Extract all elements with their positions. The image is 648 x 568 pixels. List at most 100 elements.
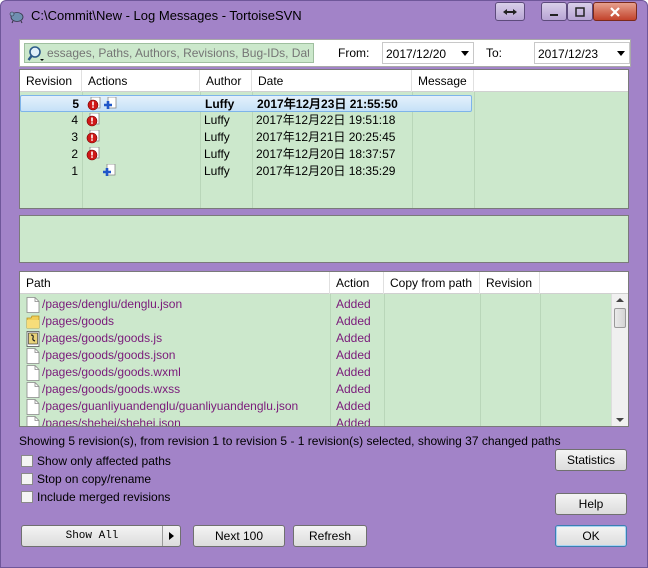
column-header-author[interactable]: Author	[200, 70, 252, 92]
warning-icon	[86, 112, 100, 127]
checkbox-label: Include merged revisions	[37, 490, 171, 504]
stop-on-copy-rename-checkbox[interactable]: Stop on copy/rename	[21, 471, 151, 487]
column-header-path-revision[interactable]: Revision	[480, 272, 540, 294]
file-icon	[26, 399, 40, 415]
refresh-button[interactable]: Refresh	[293, 525, 367, 547]
log-messages-window: C:\Commit\New - Log Messages - TortoiseS…	[0, 0, 648, 568]
column-header-path[interactable]: Path	[20, 272, 330, 294]
file-icon	[26, 382, 40, 398]
minimize-button[interactable]	[541, 2, 567, 21]
revision-number: 4	[71, 113, 78, 127]
search-icon[interactable]	[27, 45, 45, 63]
changed-paths-list[interactable]: Path Action Copy from path Revision /pag…	[19, 271, 629, 427]
window-title: C:\Commit\New - Log Messages - TortoiseS…	[31, 8, 302, 23]
show-all-label: Show All	[65, 530, 119, 542]
path-action: Added	[336, 399, 371, 413]
changed-path: /pages/guanliyuandenglu/guanliyuandenglu…	[42, 399, 299, 413]
column-header-date[interactable]: Date	[252, 70, 412, 92]
warning-icon	[86, 146, 100, 161]
resize-arrows-icon	[503, 8, 517, 15]
maximize-button[interactable]	[567, 2, 593, 21]
path-action: Added	[336, 297, 371, 311]
close-icon	[610, 6, 620, 17]
changed-path-row[interactable]: /pages/goods/goods.json Added	[20, 347, 608, 364]
revision-number: 2	[71, 147, 78, 161]
scroll-up-icon[interactable]	[616, 298, 624, 302]
next-100-button[interactable]: Next 100	[193, 525, 285, 547]
search-input[interactable]	[47, 45, 309, 61]
changed-path: /pages/goods/goods.json	[42, 348, 176, 362]
revision-row[interactable]: 1 Luffy 2017年12月20日 18:35:29	[20, 163, 472, 180]
warning-icon	[86, 129, 100, 144]
revision-date: 2017年12月21日 20:25:45	[256, 130, 396, 144]
search-field[interactable]	[24, 43, 314, 63]
checkbox-box[interactable]	[21, 455, 33, 467]
from-date-picker[interactable]: 2017/12/20	[382, 42, 474, 64]
include-merged-revisions-checkbox[interactable]: Include merged revisions	[21, 489, 170, 505]
status-summary: Showing 5 revision(s), from revision 1 t…	[19, 434, 561, 448]
title-bar[interactable]: C:\Commit\New - Log Messages - TortoiseS…	[1, 1, 647, 31]
revision-number: 5	[72, 97, 79, 111]
log-message-pane[interactable]	[19, 215, 629, 263]
maximize-icon	[575, 6, 585, 17]
statistics-button[interactable]: Statistics	[555, 449, 627, 471]
column-header-message[interactable]: Message	[412, 70, 474, 92]
column-header-revision[interactable]: Revision	[20, 70, 82, 92]
revision-author: Luffy	[204, 113, 230, 127]
column-header-action[interactable]: Action	[330, 272, 384, 294]
dropdown-arrow[interactable]	[162, 526, 180, 546]
path-action: Added	[336, 365, 371, 379]
checkbox-box[interactable]	[21, 491, 33, 503]
revision-list[interactable]: Revision Actions Author Date Message 5 Lu…	[19, 69, 629, 209]
changed-path: /pages/goods/goods.js	[42, 331, 163, 345]
help-button[interactable]: Help	[555, 493, 627, 515]
path-action: Added	[336, 314, 371, 328]
show-all-split-button[interactable]: Show All	[21, 525, 181, 547]
changed-path: /pages/shehei/shehei.json	[42, 416, 181, 426]
revision-author: Luffy	[205, 97, 235, 111]
from-date-value: 2017/12/20	[386, 47, 447, 61]
ok-button[interactable]: OK	[555, 525, 627, 547]
show-only-affected-paths-checkbox[interactable]: Show only affected paths	[21, 453, 171, 469]
revision-date: 2017年12月22日 19:51:18	[256, 113, 396, 127]
paths-scrollbar[interactable]	[611, 294, 628, 426]
revision-row[interactable]: 2 Luffy 2017年12月20日 18:37:57	[20, 146, 472, 163]
changed-path-row[interactable]: /pages/goods/goods.wxss Added	[20, 381, 608, 398]
changed-path-row[interactable]: /pages/guanliyuandenglu/guanliyuandenglu…	[20, 398, 608, 415]
revision-row[interactable]: 3 Luffy 2017年12月21日 20:25:45	[20, 129, 472, 146]
revision-row[interactable]: 5 Luffy 2017年12月23日 21:55:50	[20, 95, 472, 112]
changed-path: /pages/goods/goods.wxss	[42, 382, 181, 396]
column-header-copy-from-path[interactable]: Copy from path	[384, 272, 480, 294]
revision-date: 2017年12月23日 21:55:50	[257, 97, 398, 111]
changed-path-row[interactable]: /pages/shehei/shehei.json Added	[20, 415, 608, 426]
revision-author: Luffy	[204, 147, 230, 161]
checkbox-box[interactable]	[21, 473, 33, 485]
to-date-picker[interactable]: 2017/12/23	[534, 42, 630, 64]
revision-number: 1	[71, 164, 78, 178]
changed-path-row[interactable]: /pages/goods/goods.wxml Added	[20, 364, 608, 381]
file-icon	[26, 365, 40, 381]
column-header-actions[interactable]: Actions	[82, 70, 200, 92]
changed-path-row[interactable]: /pages/goods/goods.js Added	[20, 330, 608, 347]
file-icon	[26, 297, 40, 313]
chevron-right-icon	[169, 532, 174, 540]
chevron-down-icon	[617, 51, 625, 56]
tortoisesvn-app-icon	[9, 11, 24, 24]
scrollbar-thumb[interactable]	[614, 308, 626, 328]
changed-path-row[interactable]: /pages/denglu/denglu.json Added	[20, 296, 608, 313]
path-action: Added	[336, 331, 371, 345]
changed-path-row[interactable]: /pages/goods Added	[20, 313, 608, 330]
to-date-value: 2017/12/23	[538, 47, 599, 61]
from-label: From:	[338, 46, 370, 60]
path-action: Added	[336, 382, 371, 396]
revision-row[interactable]: 4 Luffy 2017年12月22日 19:51:18	[20, 112, 472, 129]
scroll-down-icon[interactable]	[616, 418, 624, 422]
restore-size-button[interactable]	[495, 2, 525, 21]
file-icon	[26, 348, 40, 364]
close-button[interactable]	[593, 2, 637, 21]
changed-path-rows: /pages/denglu/denglu.json Added/pages/goo…	[20, 294, 612, 426]
script-file-icon	[26, 331, 40, 347]
changed-path: /pages/goods/goods.wxml	[42, 365, 181, 379]
changed-path: /pages/denglu/denglu.json	[42, 297, 183, 311]
revision-date: 2017年12月20日 18:35:29	[256, 164, 396, 178]
